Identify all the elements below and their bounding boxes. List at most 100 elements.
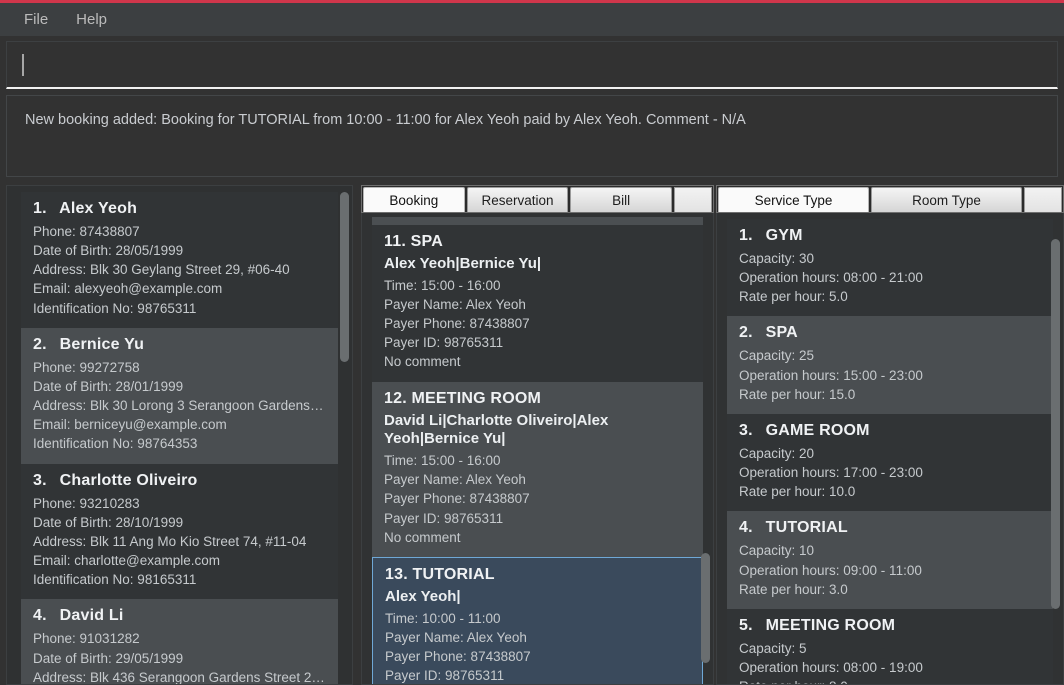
list-item[interactable]: 1. GYM Capacity: 30 Operation hours: 08:… — [726, 219, 1053, 317]
service-type-scrollbar[interactable] — [1051, 213, 1060, 684]
service-capacity: Capacity: 25 — [738, 348, 815, 364]
list-item[interactable]: 4. David Li Phone: 91031282 Date of Birt… — [21, 599, 338, 684]
service-name: SPA — [765, 324, 798, 342]
list-item[interactable]: 3. GAME ROOM Capacity: 20 Operation hour… — [726, 413, 1053, 512]
list-item[interactable]: 4. TUTORIAL Capacity: 10 Operation hours… — [726, 511, 1053, 609]
booking-index: 11. — [384, 233, 406, 250]
booking-panel: Booking Reservation Bill 11. SPA Alex Ye… — [361, 185, 714, 685]
booking-tab-bar: Booking Reservation Bill — [361, 185, 714, 213]
service-name: TUTORIAL — [765, 519, 848, 537]
scrollbar-thumb[interactable] — [340, 192, 349, 362]
person-name: Charlotte Oliveiro — [59, 471, 198, 489]
command-input[interactable] — [24, 42, 1043, 87]
person-email: Email: berniceyu@example.com — [33, 417, 227, 433]
booking-service: MEETING ROOM — [411, 389, 542, 407]
list-item[interactable]: 2. SPA Capacity: 25 Operation hours: 15:… — [726, 316, 1053, 414]
list-item-selected[interactable]: 13. TUTORIAL Alex Yeoh| Time: 10:00 - 11… — [372, 556, 703, 684]
person-title: 3. Charlotte Oliveiro — [33, 472, 326, 490]
service-capacity: Capacity: 5 — [738, 640, 807, 656]
person-phone: Phone: 91031282 — [33, 631, 140, 647]
person-dob: Date of Birth: 28/10/1999 — [33, 514, 184, 530]
person-name: David Li — [59, 607, 124, 625]
person-dob: Date of Birth: 29/05/1999 — [33, 650, 184, 666]
booking-payer-phone: Payer Phone: 87438807 — [384, 491, 530, 507]
person-phone: Phone: 87438807 — [33, 224, 140, 239]
person-address: Address: Blk 30 Lorong 3 Serangoon Garde… — [33, 398, 326, 414]
tab-reservation[interactable]: Reservation — [466, 187, 569, 212]
person-email: Email: alexyeoh@example.com — [33, 281, 223, 297]
service-rate: Rate per hour: 8.0 — [739, 677, 1041, 684]
tab-service-type[interactable]: Service Type — [717, 187, 869, 212]
booking-payer-phone: Payer Phone: 87438807 — [384, 316, 530, 332]
list-item[interactable]: 3. Charlotte Oliveiro Phone: 93210283 Da… — [21, 463, 338, 600]
service-type-list-area[interactable]: 1. GYM Capacity: 30 Operation hours: 08:… — [715, 213, 1064, 685]
menu-bar: File Help — [0, 3, 1064, 36]
service-name: GYM — [765, 227, 803, 244]
service-hours: Operation hours: 09:00 - 11:00 — [738, 562, 922, 578]
booking-payer-id: Payer ID: 98765311 — [385, 668, 505, 684]
scrollbar-thumb[interactable] — [1051, 239, 1060, 609]
tab-booking[interactable]: Booking — [363, 187, 465, 212]
scrollbar-thumb[interactable] — [700, 553, 710, 663]
person-address: Address: Blk 30 Geylang Street 29, #06-4… — [33, 262, 290, 278]
service-capacity: Capacity: 10 — [738, 543, 815, 559]
booking-time: Time: 15:00 - 16:00 — [384, 277, 501, 293]
service-title: 4. TUTORIAL — [739, 519, 1041, 537]
service-name: GAME ROOM — [765, 421, 870, 439]
service-index: 1. — [738, 227, 753, 244]
result-display-box: New booking added: Booking for TUTORIAL … — [6, 95, 1058, 177]
booking-attendees: Alex Yeoh|Bernice Yu| — [384, 255, 542, 272]
list-item[interactable]: 5. MEETING ROOM Capacity: 5 Operation ho… — [726, 608, 1053, 684]
service-rate: Rate per hour: 3.0 — [738, 581, 848, 597]
service-index: 2. — [738, 324, 753, 342]
person-title: 1. Alex Yeoh — [33, 200, 326, 218]
booking-list-scrollbar[interactable] — [700, 213, 710, 684]
person-email: Email: charlotte@example.com — [33, 553, 221, 569]
person-title: 4. David Li — [33, 607, 326, 625]
panels-container: 1. Alex Yeoh Phone: 87438807 Date of Bir… — [0, 185, 1064, 685]
service-capacity: Capacity: 20 — [738, 445, 815, 461]
command-input-container[interactable] — [6, 41, 1058, 89]
booking-time: Time: 15:00 - 16:00 — [384, 453, 501, 469]
booking-payer-name: Payer Name: Alex Yeoh — [385, 629, 527, 645]
booking-comment: No comment — [384, 354, 461, 370]
booking-payer-name: Payer Name: Alex Yeoh — [384, 296, 526, 312]
service-rate: Rate per hour: 15.0 — [738, 386, 856, 402]
person-dob: Date of Birth: 28/05/1999 — [33, 243, 184, 259]
tab-room-type[interactable]: Room Type — [870, 187, 1022, 212]
person-dob: Date of Birth: 28/01/1999 — [33, 378, 184, 394]
service-name: MEETING ROOM — [765, 616, 896, 634]
booking-time: Time: 10:00 - 11:00 — [385, 610, 501, 626]
tab-bill[interactable]: Bill — [570, 187, 672, 212]
list-item[interactable]: 2. Bernice Yu Phone: 99272758 Date of Bi… — [21, 327, 338, 464]
list-item[interactable]: 12. MEETING ROOM David Li|Charlotte Oliv… — [372, 381, 703, 557]
person-identification: Identification No: 98165311 — [33, 572, 197, 588]
booking-payer-name: Payer Name: Alex Yeoh — [384, 472, 526, 488]
service-title: 3. GAME ROOM — [739, 422, 1041, 440]
menu-item-help[interactable]: Help — [66, 8, 117, 31]
booking-payer-id: Payer ID: 98765311 — [384, 510, 504, 526]
person-index: 1. — [33, 200, 47, 217]
service-title: 1. GYM — [739, 227, 1041, 245]
person-name: Bernice Yu — [59, 335, 145, 353]
menu-item-file[interactable]: File — [14, 8, 58, 31]
person-list-scrollbar[interactable] — [340, 186, 349, 684]
list-item[interactable]: 11. SPA Alex Yeoh|Bernice Yu| Time: 15:0… — [372, 225, 703, 382]
person-identification: Identification No: 98765311 — [33, 300, 197, 316]
service-title: 5. MEETING ROOM — [739, 617, 1041, 635]
booking-list-area[interactable]: 11. SPA Alex Yeoh|Bernice Yu| Time: 15:0… — [361, 213, 714, 685]
service-hours: Operation hours: 17:00 - 23:00 — [738, 465, 923, 481]
booking-payer-id: Payer ID: 98765311 — [384, 335, 504, 351]
booking-title: 12. MEETING ROOM — [384, 390, 691, 408]
service-index: 3. — [738, 421, 753, 439]
booking-service: TUTORIAL — [412, 565, 495, 583]
person-list-area[interactable]: 1. Alex Yeoh Phone: 87438807 Date of Bir… — [7, 186, 352, 684]
person-index: 3. — [33, 471, 47, 489]
service-rate: Rate per hour: 5.0 — [738, 289, 848, 305]
service-index: 5. — [738, 616, 753, 634]
booking-index: 13. — [385, 565, 408, 583]
service-hours: Operation hours: 15:00 - 23:00 — [738, 367, 923, 383]
result-message: New booking added: Booking for TUTORIAL … — [25, 112, 746, 128]
list-item[interactable]: 1. Alex Yeoh Phone: 87438807 Date of Bir… — [21, 192, 338, 328]
service-rate: Rate per hour: 10.0 — [738, 484, 856, 500]
